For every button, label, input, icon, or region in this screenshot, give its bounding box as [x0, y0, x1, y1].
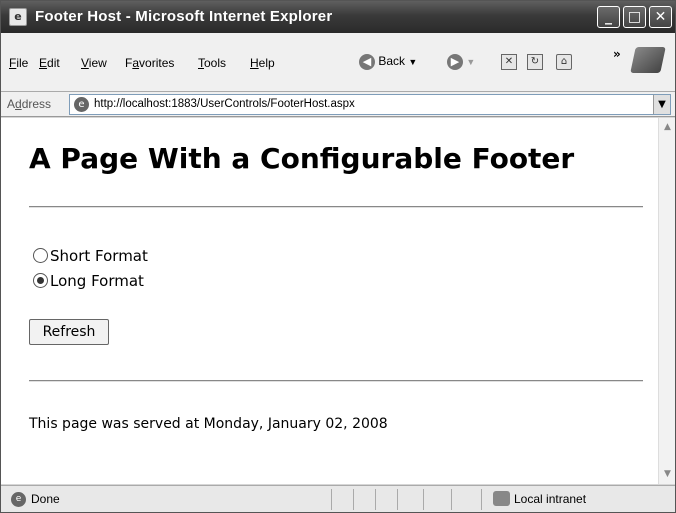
menu-tools[interactable]: Tools	[198, 56, 226, 70]
menu-help-key: H	[250, 56, 259, 70]
radio-short-control[interactable]	[33, 248, 48, 263]
menu-view-key: V	[81, 56, 89, 70]
page-icon: e	[74, 97, 89, 112]
status-separator	[451, 489, 452, 510]
back-button[interactable]: ◀ Back ▼	[359, 54, 417, 70]
address-input[interactable]: e http://localhost:1883/UserControls/Foo…	[69, 94, 671, 115]
address-label-rest: dress	[21, 97, 52, 111]
browser-window: e Footer Host - Microsoft Internet Explo…	[0, 0, 676, 513]
refresh-icon[interactable]: ↻	[527, 54, 543, 70]
divider-top	[29, 206, 643, 208]
back-dropdown-icon: ▼	[408, 57, 418, 68]
stop-icon[interactable]: ✕	[501, 54, 517, 70]
close-button[interactable]: ✕	[649, 6, 672, 28]
address-label-pre: A	[7, 97, 16, 111]
address-dropdown-icon[interactable]: ▼	[653, 95, 670, 114]
footer-text: This page was served at Monday, January …	[29, 416, 388, 432]
page-content: A Page With a Configurable Footer Short …	[1, 118, 675, 484]
address-label-key: d	[15, 97, 22, 111]
address-label: Address	[7, 97, 51, 111]
toolbar-overflow-icon[interactable]: »	[613, 47, 621, 61]
forward-button[interactable]: ▶ ▼	[447, 54, 475, 70]
menu-file-label: ile	[16, 56, 29, 70]
refresh-button[interactable]: Refresh	[29, 319, 109, 345]
radio-long-control[interactable]	[33, 273, 48, 288]
radio-option-short[interactable]: Short Format	[33, 247, 148, 265]
menu-file[interactable]: File	[9, 56, 28, 70]
menu-edit[interactable]: Edit	[39, 56, 60, 70]
menu-view[interactable]: View	[81, 56, 107, 70]
windows-logo-icon	[630, 47, 666, 73]
menu-favorites-label: vorites	[139, 56, 175, 70]
window-title: Footer Host - Microsoft Internet Explore…	[35, 8, 333, 25]
back-arrow-icon: ◀	[359, 54, 375, 70]
page-title: A Page With a Configurable Footer	[29, 142, 575, 175]
status-bar: e Done Local intranet	[1, 485, 675, 512]
forward-arrow-icon: ▶	[447, 54, 463, 70]
vertical-scrollbar[interactable]: ▲ ▼	[658, 118, 675, 484]
title-bar: e Footer Host - Microsoft Internet Explo…	[1, 1, 675, 33]
menu-help[interactable]: Help	[250, 56, 275, 70]
menu-view-label: iew	[88, 56, 107, 70]
radio-short-label: Short Format	[50, 247, 148, 265]
maximize-button[interactable]: □	[623, 6, 646, 28]
radio-option-long[interactable]: Long Format	[33, 272, 144, 290]
ie-icon: e	[9, 8, 27, 26]
scroll-up-icon[interactable]: ▲	[660, 120, 675, 135]
menu-favorites[interactable]: Favorites	[125, 56, 174, 70]
menu-bar: File Edit View Favorites Tools Help ◀ Ba…	[1, 33, 675, 92]
menu-help-label: elp	[258, 56, 275, 70]
menu-edit-key: E	[39, 56, 48, 70]
status-text: Done	[31, 492, 60, 506]
status-separator	[423, 489, 424, 510]
menu-edit-label: dit	[47, 56, 60, 70]
status-separator	[353, 489, 354, 510]
scroll-down-icon[interactable]: ▼	[660, 467, 675, 482]
status-separator	[481, 489, 482, 510]
address-bar: Address e http://localhost:1883/UserCont…	[1, 92, 675, 117]
status-separator	[331, 489, 332, 510]
status-separator	[397, 489, 398, 510]
intranet-icon	[493, 491, 510, 506]
minimize-button[interactable]: _	[597, 6, 620, 28]
forward-dropdown-icon: ▼	[466, 57, 476, 68]
address-url: http://localhost:1883/UserControls/Foote…	[94, 98, 355, 110]
radio-long-label: Long Format	[50, 272, 144, 290]
home-icon[interactable]: ⌂	[556, 54, 572, 70]
back-label: Back	[378, 54, 406, 69]
status-page-icon: e	[11, 492, 26, 507]
menu-tools-label: ools	[204, 56, 227, 70]
security-zone: Local intranet	[514, 492, 587, 506]
status-separator	[375, 489, 376, 510]
divider-bottom	[29, 380, 643, 382]
